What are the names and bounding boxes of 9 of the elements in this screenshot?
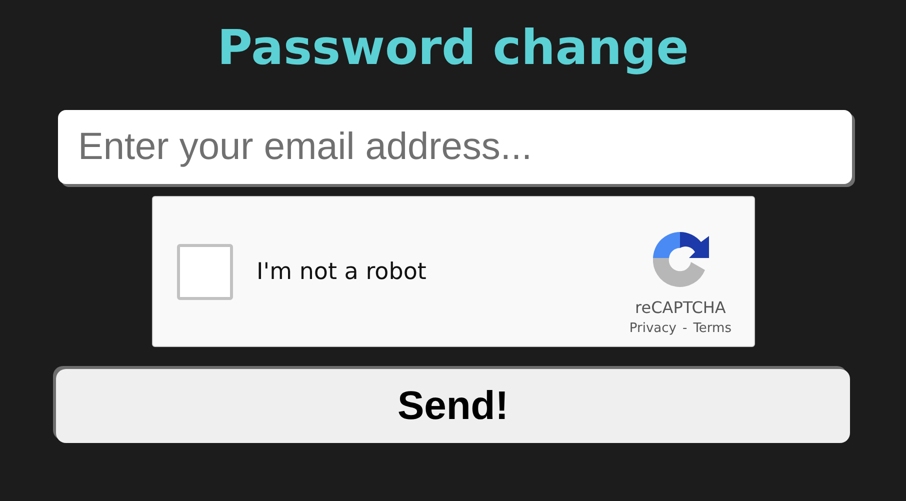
privacy-link[interactable]: Privacy bbox=[629, 320, 676, 336]
email-field[interactable]: Enter your email address... bbox=[58, 110, 852, 184]
captcha-checkbox[interactable] bbox=[176, 244, 232, 300]
link-separator: - bbox=[682, 320, 688, 336]
captcha-brand: reCAPTCHA bbox=[635, 298, 726, 316]
send-button[interactable]: Send! bbox=[56, 369, 850, 443]
terms-link[interactable]: Terms bbox=[693, 320, 732, 336]
captcha-label: I'm not a robot bbox=[256, 258, 426, 284]
page-title: Password change bbox=[217, 19, 689, 78]
